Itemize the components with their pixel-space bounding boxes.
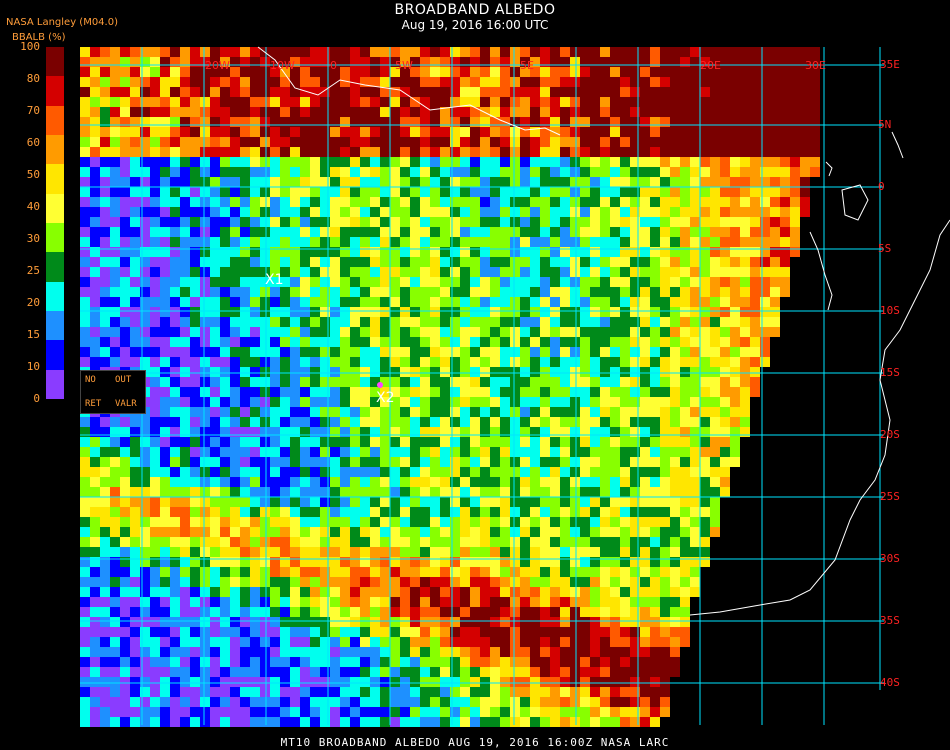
latitude-label: 40S <box>880 676 900 689</box>
colorbar-tick: 25 <box>26 264 40 277</box>
colorbar-segment <box>46 76 64 107</box>
colorbar-segment <box>46 281 64 312</box>
legend-no: NO <box>85 375 96 385</box>
marker-x2: X2 <box>376 390 395 406</box>
colorbar-segment <box>46 311 64 341</box>
colorbar-tick: 80 <box>26 72 40 85</box>
colorbar-segment <box>46 135 64 165</box>
colorbar-tick: 60 <box>26 136 40 149</box>
legend-valr: VALR <box>115 399 137 409</box>
latitude-label: 35E <box>880 58 900 71</box>
latitude-label: 10S <box>880 304 900 317</box>
colorbar-tick: 10 <box>26 360 40 373</box>
colorbar-segment <box>46 105 64 136</box>
longitude-label: 20W <box>205 59 230 72</box>
longitude-label: 10W <box>270 59 295 72</box>
legend-out: OUT <box>115 375 132 385</box>
latitude-label: 0 <box>878 180 885 193</box>
longitude-label: 30E <box>805 59 826 72</box>
colorbar-tick: 15 <box>26 328 40 341</box>
lake-outline-small <box>825 161 833 177</box>
colorbar-segment <box>46 340 64 371</box>
colorbar-segment <box>46 193 64 224</box>
latitude-label: 25S <box>880 490 900 503</box>
latitude-label: 30S <box>880 552 900 565</box>
marker-x1: X1 <box>265 272 284 288</box>
lake-outline <box>809 231 833 311</box>
colorbar-tick: 50 <box>26 168 40 181</box>
latitude-label: 20S <box>880 428 900 441</box>
colorbar-tick: 30 <box>26 232 40 245</box>
latitude-label: 5N <box>878 118 892 131</box>
colorbar-tick: 100 <box>20 40 40 53</box>
colorbar-segment <box>46 223 64 253</box>
colorbar-segment <box>46 252 64 283</box>
legend-ret: RET <box>85 399 102 409</box>
colorbar-segment <box>46 369 64 400</box>
colorbar-segment <box>46 47 64 77</box>
colorbar-tick: 70 <box>26 104 40 117</box>
longitude-label: 5E <box>520 59 534 72</box>
longitude-label: 20E <box>700 59 721 72</box>
longitude-label: 5W <box>395 59 413 72</box>
latitude-label: 15S <box>880 366 900 379</box>
marker-x2-dot <box>377 382 383 388</box>
latitude-label: 5S <box>878 242 892 255</box>
footer-caption: MT10 BROADBAND ALBEDO AUG 19, 2016 16:00… <box>280 736 670 749</box>
colorbar-tick: 0 <box>33 392 40 405</box>
legend-box: NO OUT RET VALR <box>80 370 146 414</box>
lake-victoria-outline <box>841 184 869 221</box>
colorbar <box>46 47 64 400</box>
longitude-label: 0 <box>330 59 337 72</box>
colorbar-tick: 20 <box>26 296 40 309</box>
colorbar-segment <box>46 164 64 195</box>
lake-outline-north <box>891 131 904 159</box>
colorbar-tick: 40 <box>26 200 40 213</box>
latitude-label: 35S <box>880 614 900 627</box>
